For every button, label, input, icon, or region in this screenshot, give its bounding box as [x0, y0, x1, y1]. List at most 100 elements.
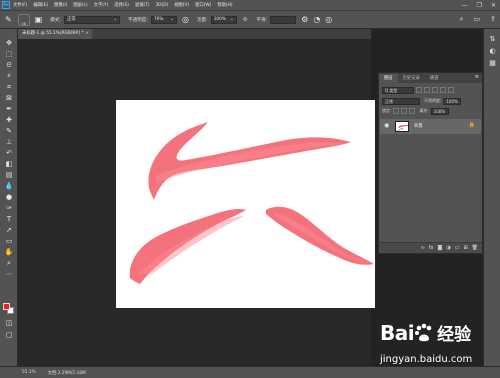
filter-smart-icon[interactable] — [448, 87, 454, 93]
smoothing-field[interactable] — [270, 15, 297, 24]
lasso-tool-icon[interactable]: ᘓ — [3, 61, 15, 69]
fill-field[interactable]: 100% — [430, 107, 449, 115]
frame-tool-icon[interactable]: ⊠ — [3, 94, 15, 102]
delete-layer-icon[interactable]: 🗑 — [472, 245, 478, 251]
magic-wand-tool-icon[interactable]: ⚡ — [3, 72, 15, 80]
document-canvas[interactable] — [116, 100, 375, 308]
layer-row-background[interactable]: ◉ 背景 🔒 — [380, 119, 481, 134]
menu-layer[interactable]: 图层(L) — [73, 2, 87, 8]
share-icon[interactable]: ⇪ — [490, 15, 496, 24]
paw-icon — [415, 323, 432, 341]
menu-file[interactable]: 文件(F) — [13, 2, 27, 8]
photoshop-logo-icon: Ps — [2, 1, 10, 9]
menu-view[interactable]: 视图(V) — [174, 2, 189, 8]
layer-opacity-label: 不透明度: — [424, 98, 442, 103]
new-layer-icon[interactable]: ⊞ — [463, 245, 467, 251]
menu-help[interactable]: 帮助(H) — [217, 2, 232, 8]
pressure-size-icon[interactable]: ◎ — [325, 15, 332, 24]
layer-filter-select[interactable]: Q 类型 — [382, 86, 414, 94]
screen-mode-icon[interactable]: ▢ — [3, 331, 15, 339]
menu-3d[interactable]: 3D(D) — [156, 3, 169, 8]
menu-filter[interactable]: 滤镜(T) — [135, 2, 150, 8]
blur-tool-icon[interactable]: 💧 — [3, 182, 15, 190]
watermark-url: jingyan.baidu.com — [380, 354, 473, 365]
lock-pixels-icon[interactable] — [393, 108, 400, 114]
filter-pixel-icon[interactable] — [416, 87, 422, 93]
brush-strokes — [129, 122, 374, 284]
more-tools-icon[interactable]: ⋯ — [3, 270, 15, 278]
mode-select[interactable]: 正常 ⌄ — [64, 15, 121, 24]
smoothing-label: 平滑: — [256, 17, 268, 23]
properties-icon[interactable]: ⇅ — [488, 35, 497, 44]
pressure-opacity-icon[interactable]: ◎ — [182, 15, 189, 24]
filter-adjust-icon[interactable] — [424, 87, 430, 93]
dodge-tool-icon[interactable]: ● — [3, 193, 15, 201]
crop-tool-icon[interactable]: ⌗ — [3, 83, 15, 91]
blend-mode-select[interactable]: 正常 — [382, 97, 420, 105]
hand-tool-icon[interactable]: ✋ — [3, 248, 15, 256]
lock-all-icon[interactable] — [409, 108, 416, 114]
minimize-button[interactable]: — — [462, 2, 468, 9]
libraries-icon[interactable]: ▦ — [488, 59, 497, 68]
pen-tool-icon[interactable]: ✑ — [3, 204, 15, 212]
workspace-icon[interactable]: ▭ — [474, 15, 481, 24]
opacity-field[interactable]: 70% ⌄ — [150, 15, 177, 24]
marquee-tool-icon[interactable]: ⬚ — [3, 50, 15, 58]
flow-field[interactable]: 100% ⌄ — [210, 15, 237, 24]
fill-label: 填充: — [419, 108, 429, 113]
foreground-color-swatch[interactable] — [3, 303, 10, 310]
flow-label: 流量: — [196, 17, 208, 23]
adjustments-icon[interactable]: ◐ — [488, 47, 497, 56]
move-tool-icon[interactable]: ✥ — [3, 39, 15, 47]
link-layers-icon[interactable]: ∞ — [421, 245, 425, 251]
quick-mask-icon[interactable]: ◫ — [3, 319, 15, 327]
filter-shape-icon[interactable] — [440, 87, 446, 93]
document-tab[interactable]: 未标题-1 @ 55.1%(RGB/8#) * × — [18, 29, 92, 39]
zoom-tool-icon[interactable]: ⌕ — [3, 259, 15, 267]
tab-layers[interactable]: 图层 — [379, 74, 398, 83]
new-group-icon[interactable]: ▭ — [455, 245, 460, 251]
layer-style-icon[interactable]: fx — [429, 245, 434, 251]
tab-close-icon[interactable]: × — [85, 29, 89, 39]
menu-window[interactable]: 窗口(W) — [195, 2, 211, 8]
eye-icon[interactable]: ◉ — [384, 122, 389, 129]
brush-size-picker[interactable]: 38 — [17, 13, 30, 26]
baidu-jingyan-watermark: Bai 经验 jingyan.baidu.com — [380, 320, 498, 376]
menu-edit[interactable]: 编辑(E) — [33, 2, 48, 8]
tab-history[interactable]: 历史记录 — [398, 74, 425, 83]
eraser-tool-icon[interactable]: ◧ — [3, 160, 15, 168]
adjustment-layer-icon[interactable]: ◑ — [446, 245, 450, 251]
lock-position-icon[interactable] — [401, 108, 408, 114]
workspace — [18, 39, 375, 366]
menu-type[interactable]: 文字(Y) — [94, 2, 109, 8]
panel-menu-icon[interactable]: ≡ — [475, 74, 479, 80]
layer-opacity-field[interactable]: 100% — [443, 97, 462, 105]
gradient-tool-icon[interactable]: ▤ — [3, 171, 15, 179]
type-tool-icon[interactable]: T — [3, 215, 15, 223]
eyedropper-tool-icon[interactable]: ✒ — [3, 105, 15, 113]
add-mask-icon[interactable]: ◙ — [437, 245, 442, 251]
healing-tool-icon[interactable]: ✚ — [3, 116, 15, 124]
filter-type-icon[interactable] — [432, 87, 438, 93]
brush-tool-icon[interactable]: ✎ — [3, 127, 15, 135]
brush-preset-icon[interactable]: ✎ — [5, 15, 12, 24]
angle-icon[interactable]: ◔ — [313, 15, 320, 24]
zoom-level[interactable]: 55.1% — [22, 370, 36, 375]
layer-thumbnail — [395, 121, 409, 132]
brush-settings-icon[interactable]: ▣ — [35, 15, 43, 24]
tab-channels[interactable]: 通道 — [425, 74, 444, 83]
stamp-tool-icon[interactable]: ⊥ — [3, 138, 15, 146]
opacity-label: 不透明度: — [128, 17, 148, 23]
top-stroke — [148, 122, 351, 200]
smoothing-options-icon[interactable]: ⚙ — [301, 15, 308, 24]
maximize-button[interactable]: ❐ — [477, 2, 482, 9]
path-select-tool-icon[interactable]: ➚ — [3, 226, 15, 234]
search-icon[interactable]: ⌕ — [460, 15, 464, 24]
airbrush-icon[interactable]: ✧ — [242, 15, 249, 24]
document-tab-title: 未标题-1 @ 55.1%(RGB/8#) * — [22, 31, 84, 36]
close-button[interactable]: ✕ — [491, 2, 496, 9]
shape-tool-icon[interactable]: ▭ — [3, 237, 15, 245]
history-brush-tool-icon[interactable]: ↶ — [3, 149, 15, 157]
menu-select[interactable]: 选择(S) — [114, 2, 129, 8]
menu-image[interactable]: 图像(I) — [54, 2, 67, 8]
